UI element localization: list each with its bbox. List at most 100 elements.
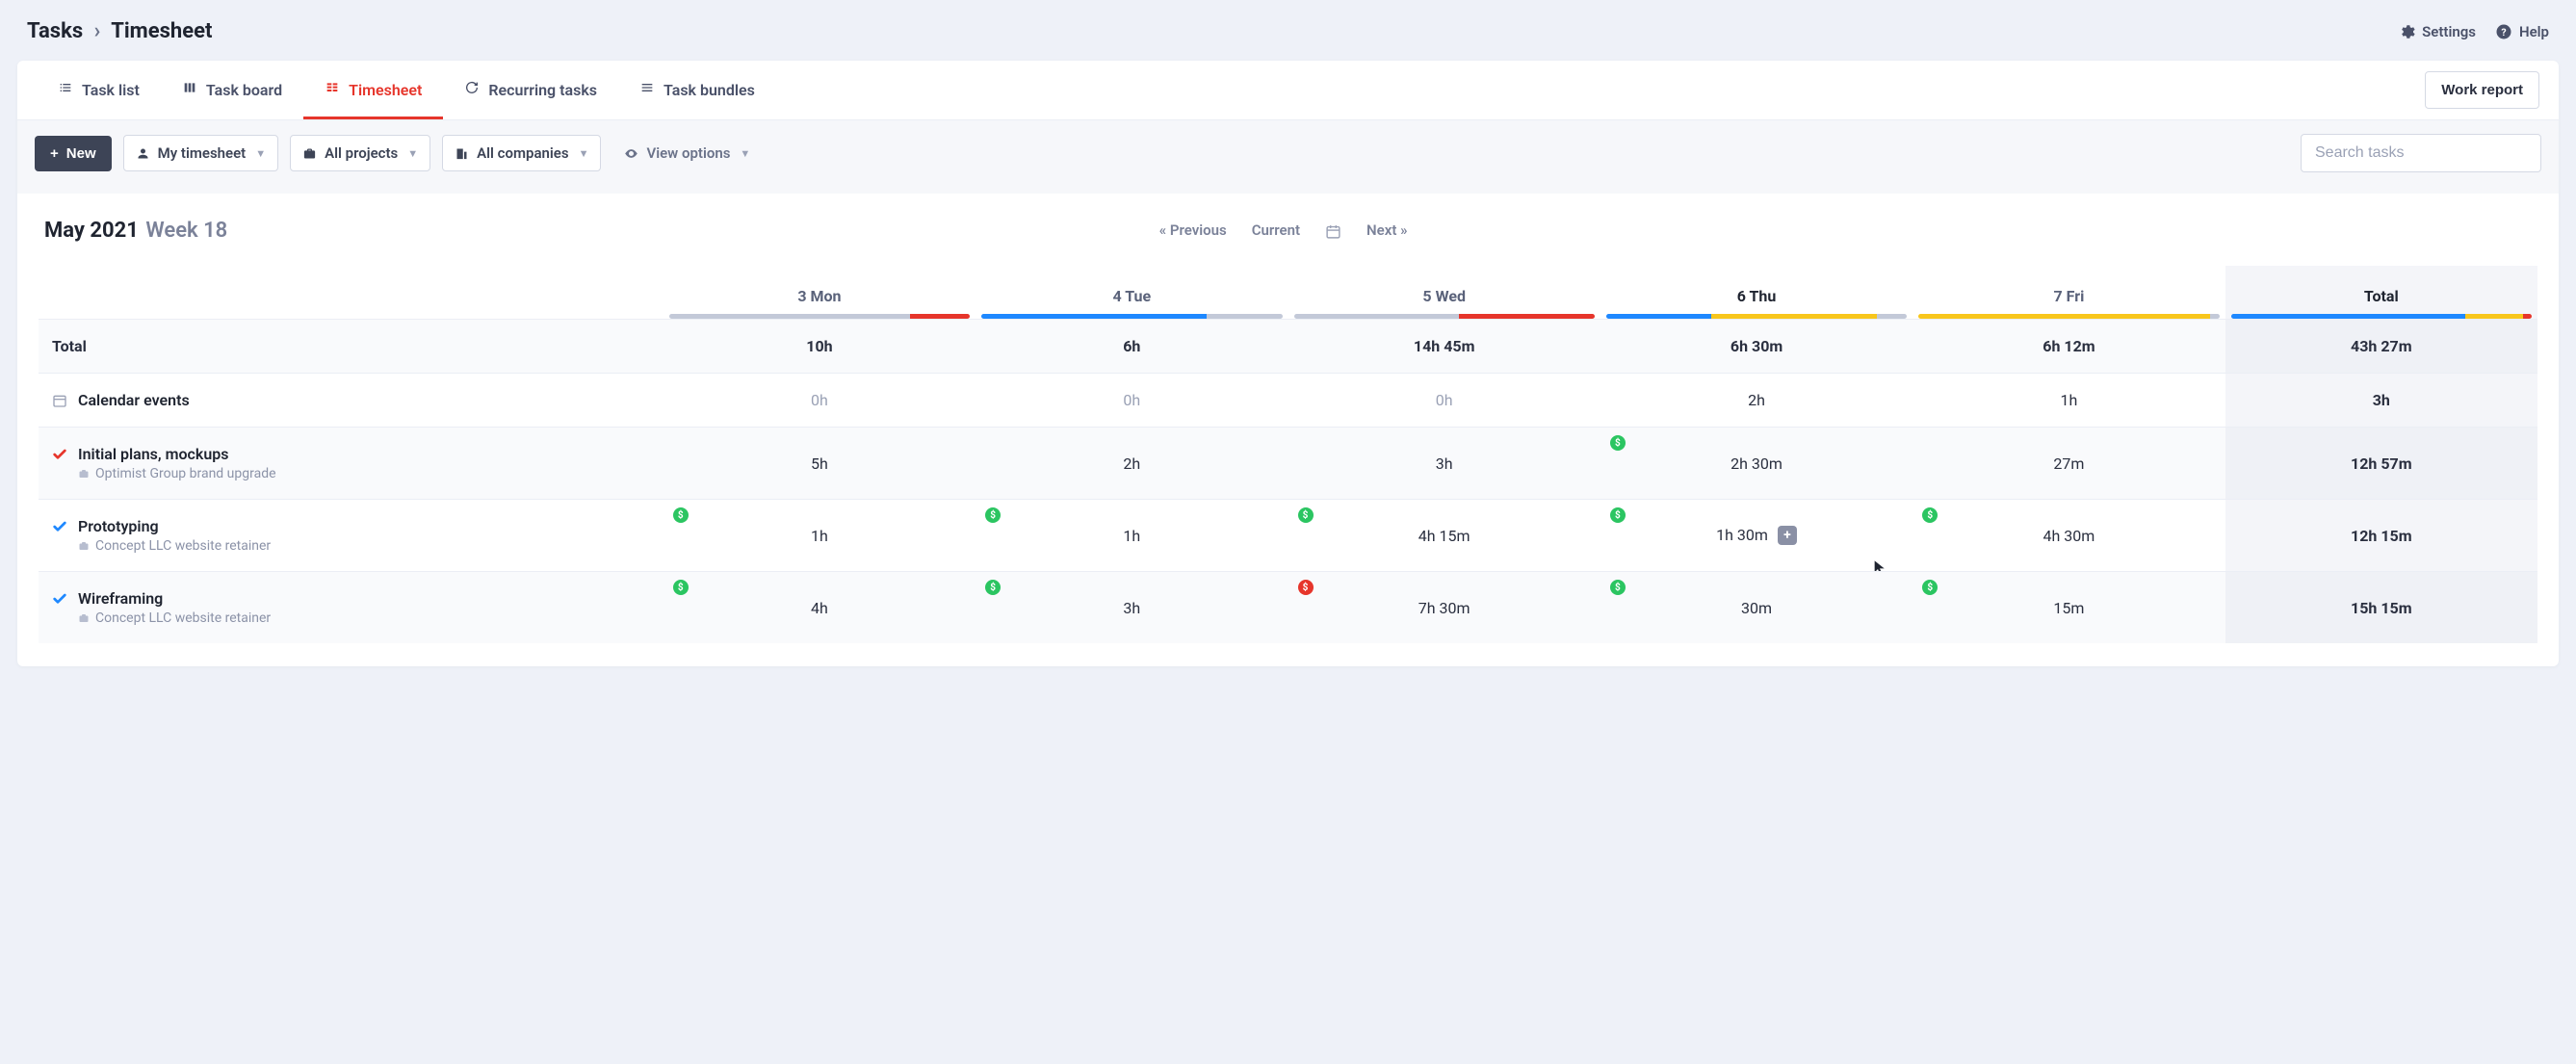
- row-total: 3h: [2225, 373, 2537, 427]
- time-cell-wed[interactable]: $4h 15m: [1288, 499, 1600, 571]
- time-cell-tue[interactable]: 2h: [976, 427, 1288, 499]
- caret-down-icon: ▼: [255, 147, 266, 160]
- calendar-icon: [52, 393, 67, 408]
- header-day-thu[interactable]: 6 Thu: [1600, 266, 1912, 319]
- time-cell-fri[interactable]: $15m: [1912, 571, 2225, 643]
- time-value: 15m: [2053, 599, 2084, 617]
- totals-row-label: Total: [39, 319, 664, 373]
- task-title: Wireframing: [78, 589, 271, 608]
- task-title: Prototyping: [78, 517, 271, 535]
- total-label: Total: [2364, 287, 2399, 305]
- time-cell-wed[interactable]: 3h: [1288, 427, 1600, 499]
- timesheet-icon: [325, 80, 340, 99]
- timesheet-card: Task list Task board TimesheetRecurring ta…: [17, 61, 2559, 666]
- time-cell-mon[interactable]: $1h: [664, 499, 976, 571]
- header-day-fri[interactable]: 7 Fri: [1912, 266, 2225, 319]
- search-input[interactable]: [2301, 134, 2541, 172]
- totals-grand: 43h 27m: [2225, 319, 2537, 373]
- view-options-dropdown[interactable]: View options ▼: [612, 136, 762, 170]
- recurring-icon: [464, 80, 480, 99]
- next-button[interactable]: Next »: [1366, 221, 1407, 240]
- time-value: 2h: [1748, 391, 1765, 409]
- time-cell-thu[interactable]: $30m: [1600, 571, 1912, 643]
- breadcrumb: Tasks › Timesheet: [27, 19, 212, 43]
- add-time-button[interactable]: +: [1778, 526, 1797, 545]
- totals-cell-mon: 10h: [664, 319, 976, 373]
- caret-down-icon: ▼: [579, 147, 589, 160]
- calendar-picker[interactable]: [1325, 221, 1341, 240]
- tab-label: Task list: [82, 81, 140, 99]
- task-cell[interactable]: WireframingConcept LLC website retainer: [39, 571, 664, 643]
- time-value: 4h 15m: [1418, 527, 1470, 545]
- work-report-button[interactable]: Work report: [2425, 71, 2539, 109]
- tab-recurring[interactable]: Recurring tasks: [443, 61, 618, 119]
- time-value: 0h: [811, 391, 828, 409]
- companies-label: All companies: [477, 144, 568, 162]
- tab-label: Task board: [206, 81, 282, 99]
- period-week: Week 18: [145, 219, 227, 243]
- time-value: 0h: [1123, 391, 1140, 409]
- caret-down-icon: ▼: [740, 147, 750, 160]
- header-day-wed[interactable]: 5 Wed: [1288, 266, 1600, 319]
- task-cell[interactable]: Initial plans, mockupsOptimist Group bra…: [39, 427, 664, 499]
- task-cell[interactable]: Calendar events: [39, 373, 664, 427]
- dollar-badge-icon: $: [673, 507, 689, 523]
- breadcrumb-separator: ›: [89, 19, 107, 43]
- time-cell-wed[interactable]: 0h: [1288, 373, 1600, 427]
- task-cell[interactable]: PrototypingConcept LLC website retainer: [39, 499, 664, 571]
- caret-down-icon: ▼: [407, 147, 418, 160]
- check-icon: [52, 447, 67, 462]
- companies-dropdown[interactable]: All companies ▼: [442, 135, 601, 171]
- prev-button[interactable]: « Previous: [1159, 221, 1227, 240]
- time-cell-mon[interactable]: 5h: [664, 427, 976, 499]
- time-value: 30m: [1741, 599, 1772, 617]
- tab-timesheet[interactable]: Timesheet: [303, 61, 443, 119]
- date-bar: May 2021 Week 18 « Previous Current Next…: [17, 194, 2559, 256]
- dollar-badge-icon: $: [1298, 580, 1314, 595]
- time-value: 3h: [1436, 454, 1453, 473]
- time-cell-wed[interactable]: $7h 30m: [1288, 571, 1600, 643]
- time-cell-thu[interactable]: $1h 30m+: [1600, 499, 1912, 571]
- period-month: May 2021: [44, 219, 139, 243]
- totals-cell-wed: 14h 45m: [1288, 319, 1600, 373]
- day-label: 7 Fri: [2054, 287, 2085, 305]
- breadcrumb-root[interactable]: Tasks: [27, 19, 83, 43]
- time-cell-fri[interactable]: $4h 30m: [1912, 499, 2225, 571]
- projects-dropdown[interactable]: All projects ▼: [290, 135, 430, 171]
- briefcase-icon: [78, 468, 90, 480]
- gear-icon: [2398, 23, 2415, 40]
- current-button[interactable]: Current: [1252, 221, 1300, 240]
- time-cell-thu[interactable]: 2h: [1600, 373, 1912, 427]
- time-cell-fri[interactable]: 1h: [1912, 373, 2225, 427]
- time-value: 1h: [811, 527, 828, 545]
- settings-link[interactable]: Settings: [2398, 23, 2476, 40]
- time-cell-thu[interactable]: $2h 30m: [1600, 427, 1912, 499]
- tab-bundles[interactable]: Task bundles: [618, 61, 776, 119]
- building-icon: [455, 146, 469, 161]
- tabs-bar: Task list Task board TimesheetRecurring ta…: [17, 61, 2559, 119]
- tab-task-list[interactable]: Task list: [37, 61, 161, 119]
- time-cell-tue[interactable]: 0h: [976, 373, 1288, 427]
- tab-label: Task bundles: [664, 81, 755, 99]
- scope-dropdown[interactable]: My timesheet ▼: [123, 135, 279, 171]
- tab-task-board[interactable]: Task board: [161, 61, 303, 119]
- help-link[interactable]: ? Help: [2495, 23, 2549, 40]
- day-label: 5 Wed: [1422, 287, 1466, 305]
- header-day-tue[interactable]: 4 Tue: [976, 266, 1288, 319]
- header-task-col: [39, 266, 664, 319]
- header-day-mon[interactable]: 3 Mon: [664, 266, 976, 319]
- dollar-badge-icon: $: [1922, 580, 1938, 595]
- time-cell-fri[interactable]: 27m: [1912, 427, 2225, 499]
- briefcase-icon: [78, 540, 90, 552]
- row-total: 15h 15m: [2225, 571, 2537, 643]
- time-cell-mon[interactable]: $4h: [664, 571, 976, 643]
- new-button[interactable]: + New: [35, 136, 112, 171]
- time-cell-mon[interactable]: 0h: [664, 373, 976, 427]
- dollar-badge-icon: $: [673, 580, 689, 595]
- time-value: 7h 30m: [1418, 599, 1470, 617]
- time-cell-tue[interactable]: $1h: [976, 499, 1288, 571]
- person-icon: [136, 146, 150, 161]
- time-cell-tue[interactable]: $3h: [976, 571, 1288, 643]
- task-title: Initial plans, mockups: [78, 445, 276, 463]
- time-value: 4h: [811, 599, 828, 617]
